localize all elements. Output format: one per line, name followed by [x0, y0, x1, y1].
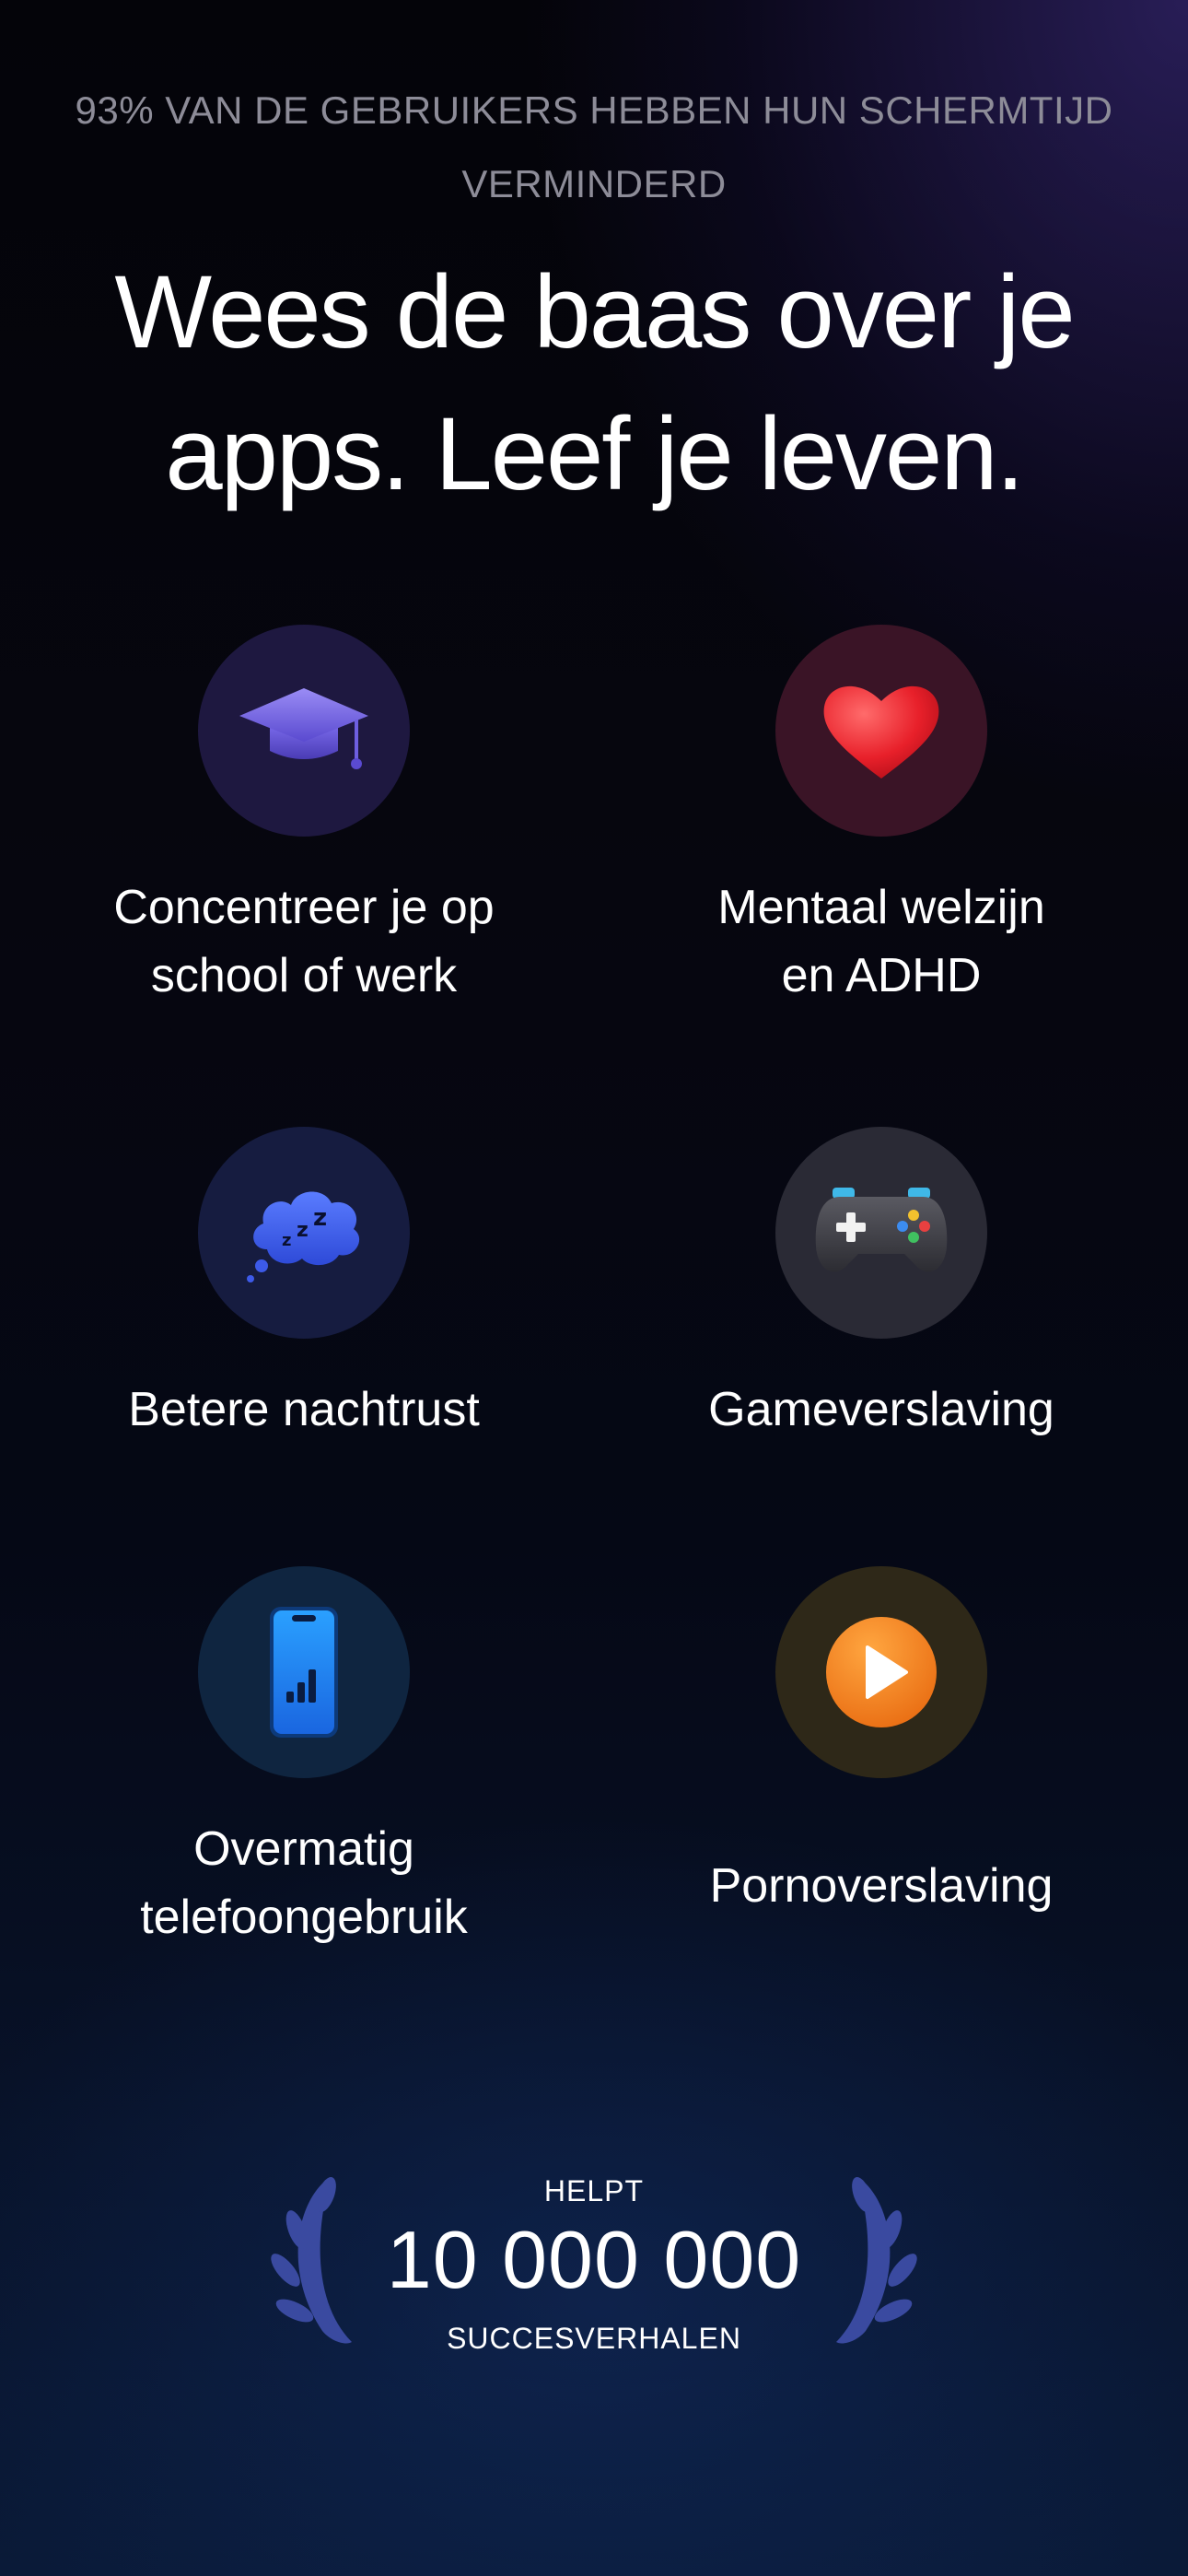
success-badge: HELPT 10 000 000 SUCCESVERHALEN	[258, 2165, 930, 2368]
benefit-label: Gameverslaving	[642, 1376, 1121, 1444]
benefit-label-line: school of werk	[150, 949, 458, 1002]
benefit-label-line: Betere nachtrust	[128, 1383, 480, 1436]
benefit-icon-circle	[775, 1127, 987, 1339]
play-icon	[826, 1617, 937, 1727]
benefit-focus: Concentreer je op school of werk	[64, 625, 543, 1010]
benefit-icon-circle	[198, 1566, 410, 1778]
benefit-label: Concentreer je op school of werk	[64, 873, 543, 1010]
benefit-label-line: Gameverslaving	[708, 1383, 1054, 1436]
laurel-right-icon	[836, 2176, 917, 2344]
phone-icon	[270, 1607, 338, 1738]
svg-text:z: z	[297, 1219, 309, 1242]
benefit-label-line: telefoongebruik	[140, 1891, 468, 1944]
benefit-label-line: Pornoverslaving	[709, 1859, 1054, 1913]
benefit-label-line: Concentreer je op	[113, 881, 495, 934]
benefit-phone-use: Overmatig telefoongebruik	[64, 1566, 543, 1951]
benefit-label: Pornoverslaving	[642, 1852, 1121, 1920]
sleep-cloud-icon: z z z	[247, 1191, 360, 1282]
benefit-icon-circle	[198, 625, 410, 837]
benefit-label-line: en ADHD	[781, 949, 982, 1002]
benefit-label: Betere nachtrust	[64, 1376, 543, 1444]
benefit-label: Overmatig telefoongebruik	[64, 1815, 543, 1951]
benefit-porn-addiction: Pornoverslaving	[642, 1566, 1121, 1920]
svg-text:z: z	[282, 1231, 291, 1250]
gamepad-icon	[815, 1188, 948, 1272]
heart-icon	[823, 685, 939, 779]
benefit-label-line: Overmatig	[193, 1822, 414, 1876]
benefit-icon-circle	[775, 1566, 987, 1778]
benefit-icon-circle	[775, 625, 987, 837]
benefit-icon-circle: z z z	[198, 1127, 410, 1339]
benefit-label: Mentaal welzijn en ADHD	[642, 873, 1121, 1010]
benefit-sleep: z z z Betere nachtrust	[64, 1127, 543, 1444]
graduation-cap-icon	[239, 688, 368, 769]
benefits-grid: Concentreer je op school of werk Mentaal…	[0, 0, 1188, 2027]
svg-text:z: z	[313, 1204, 327, 1232]
benefit-label-line: Mentaal welzijn	[717, 881, 1045, 934]
benefit-mental-health: Mentaal welzijn en ADHD	[642, 625, 1121, 1010]
benefit-gaming: Gameverslaving	[642, 1127, 1121, 1444]
